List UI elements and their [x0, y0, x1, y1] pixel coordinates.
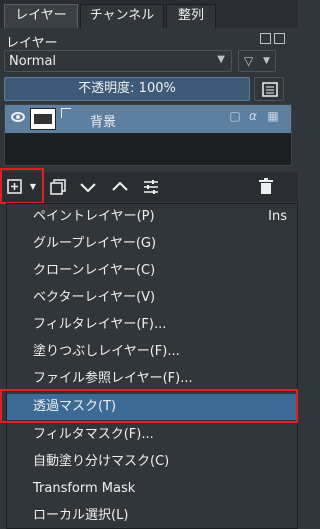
alpha-lock-icon[interactable]: α — [245, 109, 261, 129]
menu-item-clone-layer[interactable]: クローンレイヤー(C) — [7, 258, 297, 284]
filter-button[interactable]: ▽ ▼ — [238, 50, 276, 72]
menu-item-label: 塗りつぶしレイヤー(F)... — [33, 344, 180, 359]
menu-item-paint-layer[interactable]: ペイントレイヤー(P) Ins — [7, 204, 297, 230]
chevron-down-icon — [80, 183, 96, 193]
menu-item-label: ローカル選択(L) — [33, 508, 129, 523]
menu-item-label: グループレイヤー(G) — [33, 236, 157, 251]
blend-mode-value: Normal — [9, 54, 57, 69]
menu-item-label: Transform Mask — [33, 481, 136, 496]
highlight-box-add — [0, 168, 44, 204]
eye-icon[interactable] — [11, 112, 25, 122]
move-down-button[interactable] — [78, 177, 98, 197]
menu-item-local-selection[interactable]: ローカル選択(L) — [7, 503, 297, 529]
layer-thumbnail — [30, 108, 56, 130]
tab-align[interactable]: 整列 — [166, 4, 216, 28]
chevron-up-icon — [112, 181, 128, 191]
menu-item-fill-layer[interactable]: 塗りつぶしレイヤー(F)... — [7, 339, 297, 365]
duplicate-icon — [50, 179, 66, 195]
tab-bar: レイヤー チャンネル 整列 — [0, 0, 298, 28]
layer-toolbar: ▼ — [0, 172, 298, 202]
add-layer-menu: ペイントレイヤー(P) Ins グループレイヤー(G) クローンレイヤー(C) … — [6, 203, 298, 529]
menu-item-transform-mask[interactable]: Transform Mask — [7, 476, 297, 502]
menu-item-filter-layer[interactable]: フィルタレイヤー(F)... — [7, 312, 297, 338]
chevron-down-icon: ▼ — [217, 54, 225, 65]
inherit-alpha-icon — [61, 108, 71, 118]
layer-properties: ▢ α ▦ — [227, 109, 291, 129]
delete-layer-button[interactable] — [256, 177, 276, 197]
menu-item-label: クローンレイヤー(C) — [33, 263, 156, 278]
highlight-box-mask — [0, 389, 298, 423]
menu-item-label: ベクターレイヤー(V) — [33, 290, 156, 305]
layer-settings-button[interactable] — [141, 177, 161, 197]
docker-title: レイヤー — [6, 36, 58, 51]
float-icon[interactable] — [260, 33, 271, 44]
layer-name: 背景 — [90, 115, 117, 130]
move-up-button[interactable] — [110, 177, 130, 197]
menu-item-label: フィルタマスク(F)... — [33, 427, 154, 442]
trash-icon — [259, 178, 273, 194]
blend-mode-select[interactable]: Normal ▼ — [4, 50, 232, 72]
menu-item-label: フィルタレイヤー(F)... — [33, 317, 167, 332]
lock-icon[interactable]: ▢ — [227, 109, 243, 129]
menu-item-vector-layer[interactable]: ベクターレイヤー(V) — [7, 285, 297, 311]
docker-title-buttons — [260, 33, 288, 45]
funnel-icon: ▽ — [244, 54, 254, 68]
opacity-slider[interactable]: 不透明度: 100% — [4, 77, 250, 101]
menu-item-label: ペイントレイヤー(P) — [33, 209, 155, 224]
sliders-icon — [144, 180, 158, 194]
duplicate-layer-button[interactable] — [48, 177, 68, 197]
checker-icon[interactable]: ▦ — [265, 109, 281, 129]
layer-row[interactable]: 背景 ▢ α ▦ — [5, 105, 291, 133]
menu-item-group-layer[interactable]: グループレイヤー(G) — [7, 231, 297, 257]
tab-channels[interactable]: チャンネル — [80, 4, 164, 28]
layer-list: 背景 ▢ α ▦ — [4, 104, 292, 166]
properties-icon — [262, 82, 278, 97]
close-icon[interactable] — [274, 33, 285, 44]
tab-layers[interactable]: レイヤー — [4, 4, 78, 28]
menu-item-label: 自動塗り分けマスク(C) — [33, 454, 170, 469]
chevron-down-icon: ▼ — [263, 56, 270, 66]
menu-item-filter-mask[interactable]: フィルタマスク(F)... — [7, 422, 297, 448]
shortcut-label: Ins — [268, 209, 287, 224]
menu-item-colorize-mask[interactable]: 自動塗り分けマスク(C) — [7, 449, 297, 475]
layer-properties-button[interactable] — [254, 77, 284, 101]
